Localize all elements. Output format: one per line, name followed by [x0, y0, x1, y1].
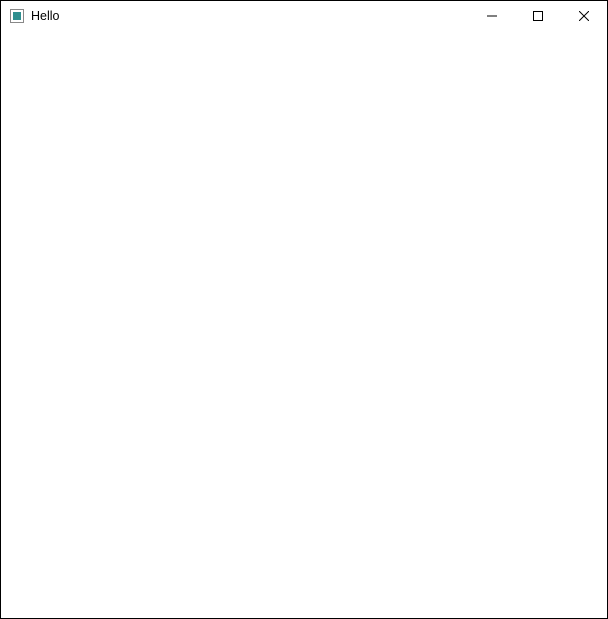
minimize-icon — [487, 9, 497, 24]
window-controls — [469, 1, 607, 31]
window-title: Hello — [31, 1, 60, 31]
close-button[interactable] — [561, 1, 607, 31]
titlebar-left: Hello — [1, 1, 469, 31]
close-icon — [579, 9, 589, 24]
maximize-icon — [533, 9, 543, 24]
application-window: Hello — [0, 0, 608, 619]
minimize-button[interactable] — [469, 1, 515, 31]
maximize-button[interactable] — [515, 1, 561, 31]
app-icon — [9, 8, 25, 24]
client-area — [1, 31, 607, 618]
titlebar[interactable]: Hello — [1, 1, 607, 31]
